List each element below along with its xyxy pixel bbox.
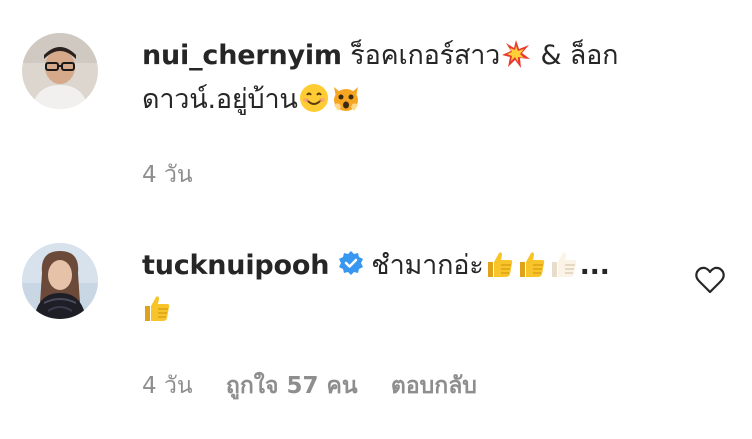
collision-emoji-icon: [502, 40, 531, 68]
comment-meta: 4 วัน: [142, 157, 219, 193]
comment-time[interactable]: 4 วัน: [142, 368, 193, 404]
avatar[interactable]: [22, 33, 98, 109]
reply-button[interactable]: ตอบกลับ: [391, 368, 477, 404]
verified-badge-icon: [339, 251, 364, 275]
thumbs-up-light-emoji-icon: [551, 252, 576, 277]
comment-time[interactable]: 4 วัน: [142, 157, 193, 193]
avatar[interactable]: [22, 243, 98, 319]
comment-text: nui_chernyim ร็อคเกอร์สาว & ล็อก ดาวน์.อ…: [142, 34, 618, 122]
comment-username[interactable]: tucknuipooh: [142, 250, 329, 281]
comment-body: ชำมากอ่ะ: [371, 250, 484, 281]
thumbs-up-emoji-icon: [519, 252, 544, 277]
comment-likes-count[interactable]: ถูกใจ 57 คน: [226, 368, 358, 404]
comment-text: tucknuipooh ชำมากอ่ะ ...: [142, 244, 610, 332]
comment-meta: 4 วัน ถูกใจ 57 คน ตอบกลับ: [142, 368, 503, 404]
comment-body: ร็อคเกอร์สาว: [350, 40, 501, 71]
thumbs-up-emoji-icon: [145, 296, 170, 321]
comment-body-line2: ดาวน์.อยู่บ้าน: [142, 84, 298, 115]
smiling-face-emoji-icon: [299, 84, 328, 112]
comment-username[interactable]: nui_chernyim: [142, 40, 342, 71]
weary-cat-emoji-icon: [333, 87, 358, 111]
comment-body-continued: & ล็อก: [532, 40, 619, 71]
comment-ellipsis[interactable]: ...: [580, 250, 610, 281]
heart-outline-icon[interactable]: [695, 266, 725, 294]
thumbs-up-emoji-icon: [487, 252, 512, 277]
